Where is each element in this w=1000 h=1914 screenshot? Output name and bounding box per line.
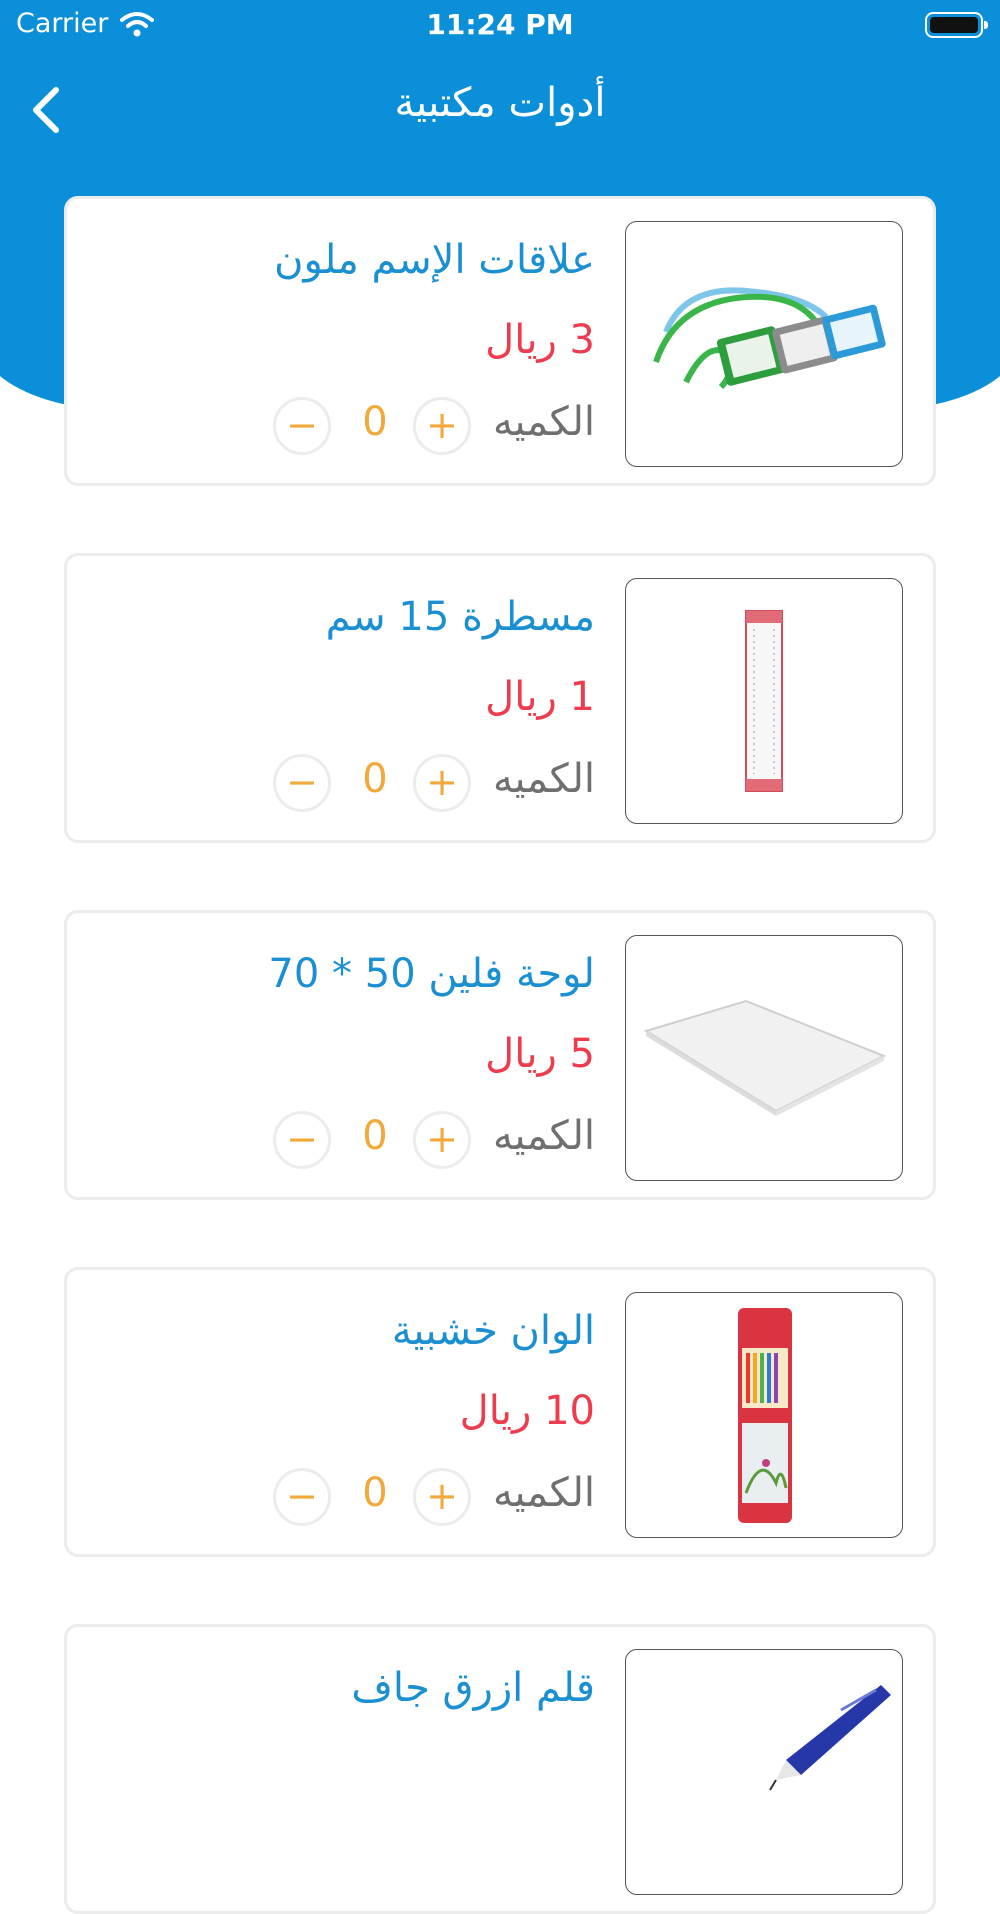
product-image-ruler (625, 578, 903, 824)
quantity-label: الكميه (492, 1470, 595, 1516)
product-name: قلم ازرق جاف (351, 1665, 595, 1711)
decrease-quantity-button[interactable]: − (273, 754, 331, 812)
product-card: علاقات الإسم ملون 3 ريال الكميه + 0 − (64, 196, 936, 486)
decrease-quantity-button[interactable]: − (273, 397, 331, 455)
battery-icon (925, 12, 988, 38)
increase-quantity-button[interactable]: + (413, 754, 471, 812)
status-time: 11:24 PM (426, 8, 574, 41)
product-card: مسطرة 15 سم 1 ريال الكميه + 0 − (64, 553, 936, 843)
product-price: 5 ريال (485, 1031, 595, 1077)
product-name: علاقات الإسم ملون (274, 237, 595, 283)
increase-quantity-button[interactable]: + (413, 1468, 471, 1526)
decrease-quantity-button[interactable]: − (273, 1468, 331, 1526)
product-price: 3 ريال (485, 317, 595, 363)
page-title: أدوات مكتبية (394, 80, 606, 126)
quantity-value: 0 (362, 1470, 388, 1516)
product-card: قلم ازرق جاف (64, 1624, 936, 1914)
product-name: مسطرة 15 سم (325, 594, 595, 640)
quantity-label: الكميه (492, 1113, 595, 1159)
product-name: لوحة فلين 50 * 70 (268, 951, 595, 997)
increase-quantity-button[interactable]: + (413, 397, 471, 455)
quantity-value: 0 (362, 1113, 388, 1159)
product-image-blue-pen (625, 1649, 903, 1895)
quantity-label: الكميه (492, 756, 595, 802)
status-bar: Carrier 11:24 PM (0, 0, 1000, 50)
decrease-quantity-button[interactable]: − (273, 1111, 331, 1169)
product-price: 1 ريال (485, 674, 595, 720)
product-price: 10 ريال (459, 1388, 595, 1434)
quantity-value: 0 (362, 399, 388, 445)
product-image-colored-pencils (625, 1292, 903, 1538)
quantity-label: الكميه (492, 399, 595, 445)
product-image-cork-board (625, 935, 903, 1181)
increase-quantity-button[interactable]: + (413, 1111, 471, 1169)
navigation-bar: أدوات مكتبية (0, 60, 1000, 150)
product-card: الوان خشبية 10 ريال الكميه + 0 − (64, 1267, 936, 1557)
product-image-lanyard (625, 221, 903, 467)
quantity-value: 0 (362, 756, 388, 802)
product-card: لوحة فلين 50 * 70 5 ريال الكميه + 0 − (64, 910, 936, 1200)
product-name: الوان خشبية (391, 1308, 595, 1354)
